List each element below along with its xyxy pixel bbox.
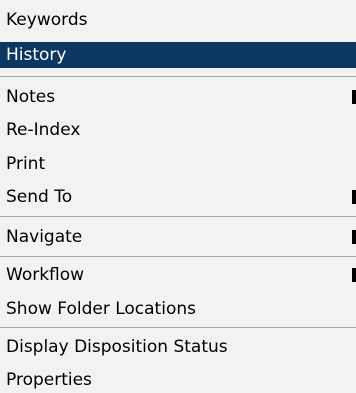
submenu-arrow-icon	[352, 230, 356, 244]
menu-item-label: Keywords	[6, 10, 88, 30]
context-menu: Keywords History Notes Re-Index Print Se…	[0, 0, 356, 393]
menu-item-label: Workflow	[6, 265, 85, 285]
submenu-arrow-icon	[352, 90, 356, 104]
menu-item-properties[interactable]: Properties	[0, 367, 356, 393]
menu-item-label: Re-Index	[6, 120, 81, 140]
menu-separator	[0, 327, 356, 328]
menu-item-label: History	[6, 45, 67, 65]
submenu-arrow-icon	[352, 268, 356, 282]
menu-item-keywords[interactable]: Keywords	[0, 7, 356, 33]
menu-separator	[0, 76, 356, 77]
menu-item-label: Navigate	[6, 227, 83, 247]
menu-item-label: Display Disposition Status	[6, 337, 228, 357]
menu-item-label: Properties	[6, 370, 92, 390]
menu-separator	[0, 216, 356, 217]
menu-item-show-folder-locations[interactable]: Show Folder Locations	[0, 296, 356, 322]
menu-item-navigate[interactable]: Navigate	[0, 224, 356, 250]
submenu-arrow-icon	[352, 190, 356, 204]
menu-item-notes[interactable]: Notes	[0, 84, 356, 110]
menu-item-label: Notes	[6, 87, 56, 107]
menu-item-print[interactable]: Print	[0, 151, 356, 177]
menu-item-label: Show Folder Locations	[6, 299, 196, 319]
menu-item-history[interactable]: History	[0, 42, 356, 68]
menu-item-send-to[interactable]: Send To	[0, 184, 356, 210]
menu-item-workflow[interactable]: Workflow	[0, 262, 356, 288]
menu-item-label: Print	[6, 154, 46, 174]
menu-item-display-disposition-status[interactable]: Display Disposition Status	[0, 334, 356, 360]
menu-separator	[0, 256, 356, 257]
menu-item-re-index[interactable]: Re-Index	[0, 117, 356, 143]
menu-item-label: Send To	[6, 187, 73, 207]
